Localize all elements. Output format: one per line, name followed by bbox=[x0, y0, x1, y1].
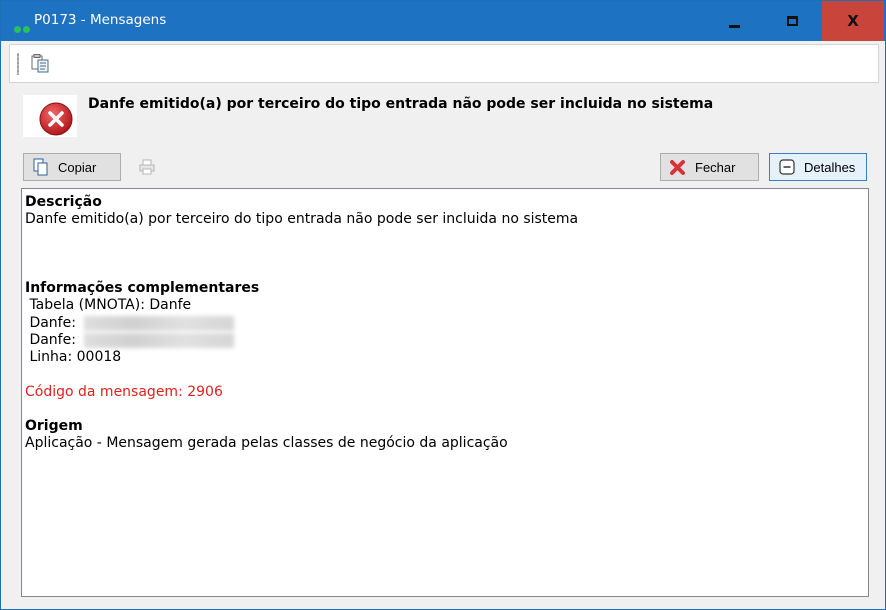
app-logo-icon bbox=[14, 18, 32, 37]
descricao-header: Descrição bbox=[25, 194, 102, 210]
copy-button[interactable]: Copiar bbox=[23, 153, 121, 181]
info-line: Danfe: bbox=[25, 315, 76, 331]
close-icon: X bbox=[847, 12, 859, 30]
copy-button-label: Copiar bbox=[58, 159, 97, 175]
error-icon-area bbox=[23, 95, 77, 137]
paste-document-icon[interactable] bbox=[30, 53, 50, 73]
window-title: P0173 - Mensagens bbox=[34, 12, 167, 28]
close-button-label: Fechar bbox=[695, 159, 736, 175]
minimize-button[interactable] bbox=[706, 1, 763, 41]
details-button-label: Detalhes bbox=[804, 159, 856, 175]
close-button[interactable]: Fechar bbox=[660, 153, 759, 181]
redacted-value bbox=[84, 316, 234, 331]
error-x-icon bbox=[39, 102, 73, 136]
close-x-icon bbox=[670, 160, 685, 175]
descricao-text: Danfe emitido(a) por terceiro do tipo en… bbox=[25, 211, 579, 227]
print-icon[interactable] bbox=[138, 158, 156, 176]
details-button[interactable]: Detalhes bbox=[769, 153, 867, 181]
origem-text: Aplicação - Mensagem gerada pelas classe… bbox=[25, 435, 508, 451]
info-line: Linha: 00018 bbox=[25, 349, 122, 365]
redacted-value bbox=[84, 333, 234, 348]
maximize-button[interactable] bbox=[764, 1, 821, 41]
info-line: Danfe: bbox=[25, 332, 76, 348]
info-line: Tabela (MNOTA): Danfe bbox=[25, 297, 192, 313]
error-title: Danfe emitido(a) por terceiro do tipo en… bbox=[88, 96, 714, 112]
copy-icon bbox=[33, 158, 48, 176]
message-details-panel[interactable]: Descrição Danfe emitido(a) por terceiro … bbox=[21, 188, 869, 597]
origem-header: Origem bbox=[25, 418, 83, 434]
title-bar[interactable]: P0173 - Mensagens X bbox=[1, 1, 885, 41]
message-window: P0173 - Mensagens X Danfe emitido(a) por… bbox=[0, 0, 886, 610]
toolbar bbox=[9, 44, 879, 83]
minimize-icon bbox=[729, 24, 740, 28]
close-window-button[interactable]: X bbox=[822, 1, 884, 41]
info-header: Informações complementares bbox=[25, 280, 260, 296]
maximize-icon bbox=[787, 16, 798, 26]
collapse-icon bbox=[779, 159, 795, 175]
toolbar-grip[interactable] bbox=[17, 53, 19, 75]
message-code: Código da mensagem: 2906 bbox=[25, 384, 223, 400]
